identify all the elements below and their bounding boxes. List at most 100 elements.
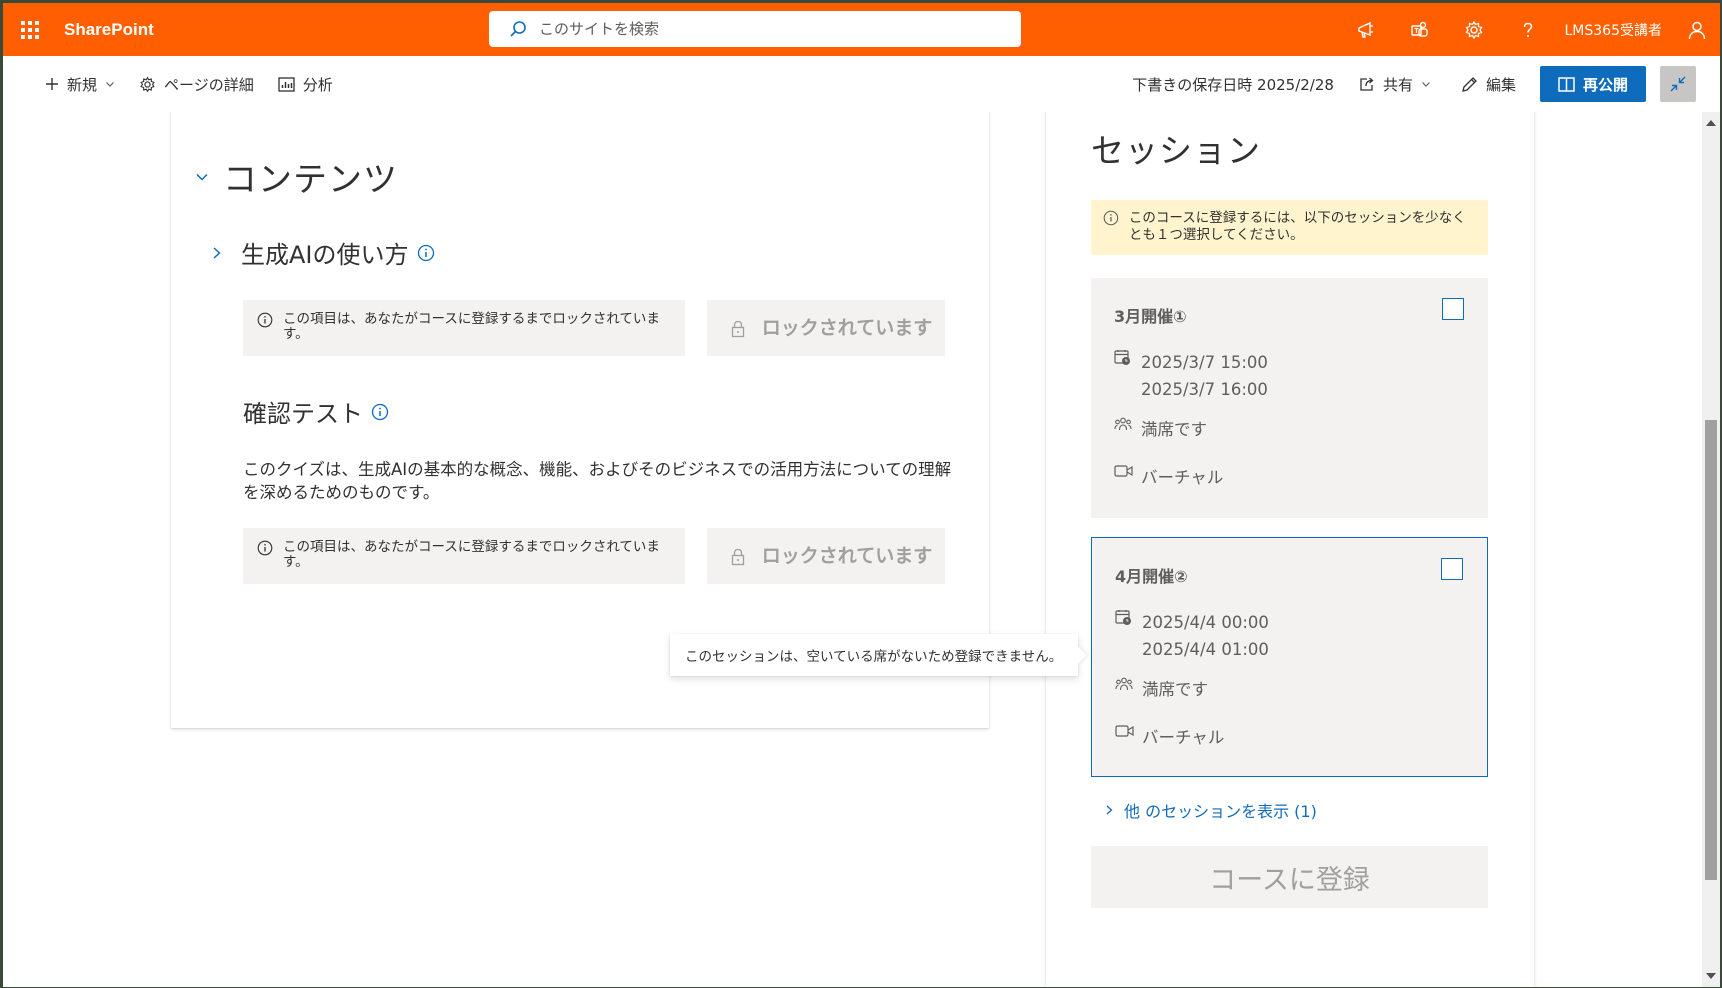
quiz-description: このクイズは、生成AIの基本的な概念、機能、およびそのビジネスでの活用方法につい…: [243, 460, 952, 502]
new-button[interactable]: 新規: [35, 64, 125, 104]
session-location: バーチャル: [1114, 464, 1223, 488]
chevron-down-icon: [106, 82, 114, 87]
settings-button[interactable]: [1447, 3, 1501, 56]
chevron-down-icon: [196, 173, 208, 181]
edit-button[interactable]: 編集: [1451, 64, 1526, 104]
chevron-down-icon: [1422, 82, 1430, 87]
new-label: 新規: [67, 75, 98, 94]
analytics-button[interactable]: 分析: [268, 64, 343, 104]
user-name[interactable]: LMS365受講者: [1565, 20, 1663, 40]
module-title: 生成AIの使い方: [241, 241, 409, 269]
contents-toggle[interactable]: コンテンツ: [195, 152, 398, 201]
module-toggle[interactable]: 生成AIの使い方: [211, 235, 435, 270]
share-label: 共有: [1382, 75, 1413, 94]
calendar-clock-icon: [1115, 610, 1131, 625]
command-bar: 新規 ページの詳細 分析 下書きの保存日時 2025/2/28 共有 編集 再公…: [3, 56, 1720, 112]
quiz-lock-message: この項目は、あなたがコースに登録するまでロックされています。: [243, 528, 685, 584]
megaphone-icon: [1357, 21, 1373, 38]
page-scrollbar[interactable]: [1702, 112, 1720, 987]
session-capacity: 満席です: [1115, 676, 1208, 700]
page-details-button[interactable]: ページの詳細: [129, 64, 264, 104]
module-locked-button: ロックされています: [707, 300, 945, 356]
search-input[interactable]: [539, 20, 979, 38]
lock-icon: [731, 548, 745, 566]
contents-title: コンテンツ: [223, 160, 398, 200]
lock-icon: [731, 320, 745, 338]
search-icon: [510, 21, 526, 37]
republish-label: 再公開: [1582, 75, 1628, 94]
plus-icon: [46, 78, 58, 90]
session-checkbox[interactable]: [1441, 558, 1463, 580]
video-icon: [1114, 465, 1133, 477]
gear-icon: [1465, 20, 1482, 39]
enroll-button[interactable]: コースに登録: [1091, 846, 1488, 908]
search-box[interactable]: [489, 11, 1021, 47]
quiz-header: 確認テスト: [243, 394, 389, 429]
help-button[interactable]: [1501, 3, 1555, 56]
session-name: 4月開催②: [1115, 567, 1188, 586]
page-details-label: ページの詳細: [164, 75, 254, 94]
session-start: 2025/4/4 00:00: [1142, 613, 1269, 632]
brand-link[interactable]: SharePoint: [64, 20, 154, 40]
show-more-sessions-link[interactable]: 他 のセッションを表示 (1): [1104, 798, 1317, 822]
session-card[interactable]: 4月開催② 2025/4/4 00:00 2025/4/4 01:00 満席です…: [1091, 537, 1488, 777]
draft-saved-status: 下書きの保存日時 2025/2/28: [1132, 75, 1334, 94]
video-icon: [1115, 725, 1134, 737]
module-locked-label: ロックされています: [761, 316, 933, 339]
share-button[interactable]: 共有: [1348, 64, 1441, 104]
teams-icon: [1410, 21, 1428, 37]
analytics-label: 分析: [302, 75, 333, 94]
module-lock-message: この項目は、あなたがコースに登録するまでロックされています。: [243, 300, 685, 356]
page-canvas: コンテンツ 生成AIの使い方 この項目は、あなたがコースに登録するまでロックされ…: [3, 112, 1702, 987]
teams-button[interactable]: [1393, 3, 1447, 56]
quiz-locked-label: ロックされています: [761, 544, 933, 567]
share-icon: [1360, 77, 1374, 91]
news-button[interactable]: [1339, 3, 1393, 56]
book-icon: [1558, 76, 1575, 92]
session-card[interactable]: 3月開催① 2025/3/7 15:00 2025/3/7 16:00 満席です…: [1091, 278, 1488, 518]
edit-label: 編集: [1485, 75, 1516, 94]
scroll-thumb[interactable]: [1705, 420, 1717, 880]
session-capacity-text: 満席です: [1142, 680, 1208, 699]
quiz-title: 確認テスト: [243, 400, 363, 428]
person-icon: [1688, 21, 1706, 39]
session-checkbox[interactable]: [1442, 298, 1464, 320]
app-launcher-button[interactable]: [3, 3, 56, 56]
browser-window: SharePoint LMS365受講者: [3, 3, 1720, 987]
scroll-up-arrow-icon[interactable]: [1706, 120, 1716, 126]
quiz-lock-text: この項目は、あなたがコースに登録するまでロックされています。: [283, 539, 660, 570]
session-capacity: 満席です: [1114, 416, 1207, 440]
info-icon: [1103, 210, 1119, 226]
account-button[interactable]: [1674, 3, 1720, 56]
session-start: 2025/3/7 15:00: [1141, 353, 1268, 372]
session-location-text: バーチャル: [1141, 468, 1224, 487]
session-name: 3月開催①: [1114, 307, 1187, 326]
chevron-right-icon: [213, 246, 221, 259]
gear-icon: [140, 76, 155, 92]
session-datetime: 2025/4/4 00:00 2025/4/4 01:00: [1115, 609, 1269, 663]
help-icon: [1523, 22, 1532, 37]
session-full-tooltip: このセッションは、空いている席がないため登録できません。: [670, 634, 1078, 676]
collapse-button[interactable]: [1660, 66, 1696, 102]
chevron-right-icon: [1106, 805, 1113, 815]
scroll-down-arrow-icon[interactable]: [1706, 973, 1716, 979]
people-icon: [1114, 417, 1132, 431]
session-location: バーチャル: [1115, 724, 1224, 748]
quiz-locked-button: ロックされています: [707, 528, 945, 584]
session-end: 2025/3/7 16:00: [1141, 380, 1268, 399]
info-icon: [257, 312, 273, 328]
show-more-sessions-label: 他 のセッションを表示 (1): [1124, 802, 1317, 821]
info-icon[interactable]: [371, 403, 389, 421]
collapse-icon: [1670, 76, 1686, 92]
pencil-icon: [1462, 76, 1477, 92]
sessions-card: セッション このコースに登録するには、以下のセッションを少なくとも１つ選択してく…: [1046, 112, 1534, 987]
info-icon: [257, 540, 273, 556]
session-location-text: バーチャル: [1142, 728, 1225, 747]
waffle-icon: [20, 20, 39, 39]
module-lock-text: この項目は、あなたがコースに登録するまでロックされています。: [283, 311, 660, 342]
session-capacity-text: 満席です: [1141, 420, 1207, 439]
session-warning-text: このコースに登録するには、以下のセッションを少なくとも１つ選択してください。: [1128, 210, 1466, 243]
info-icon[interactable]: [417, 244, 435, 262]
people-icon: [1115, 677, 1133, 691]
republish-button[interactable]: 再公開: [1539, 66, 1646, 102]
